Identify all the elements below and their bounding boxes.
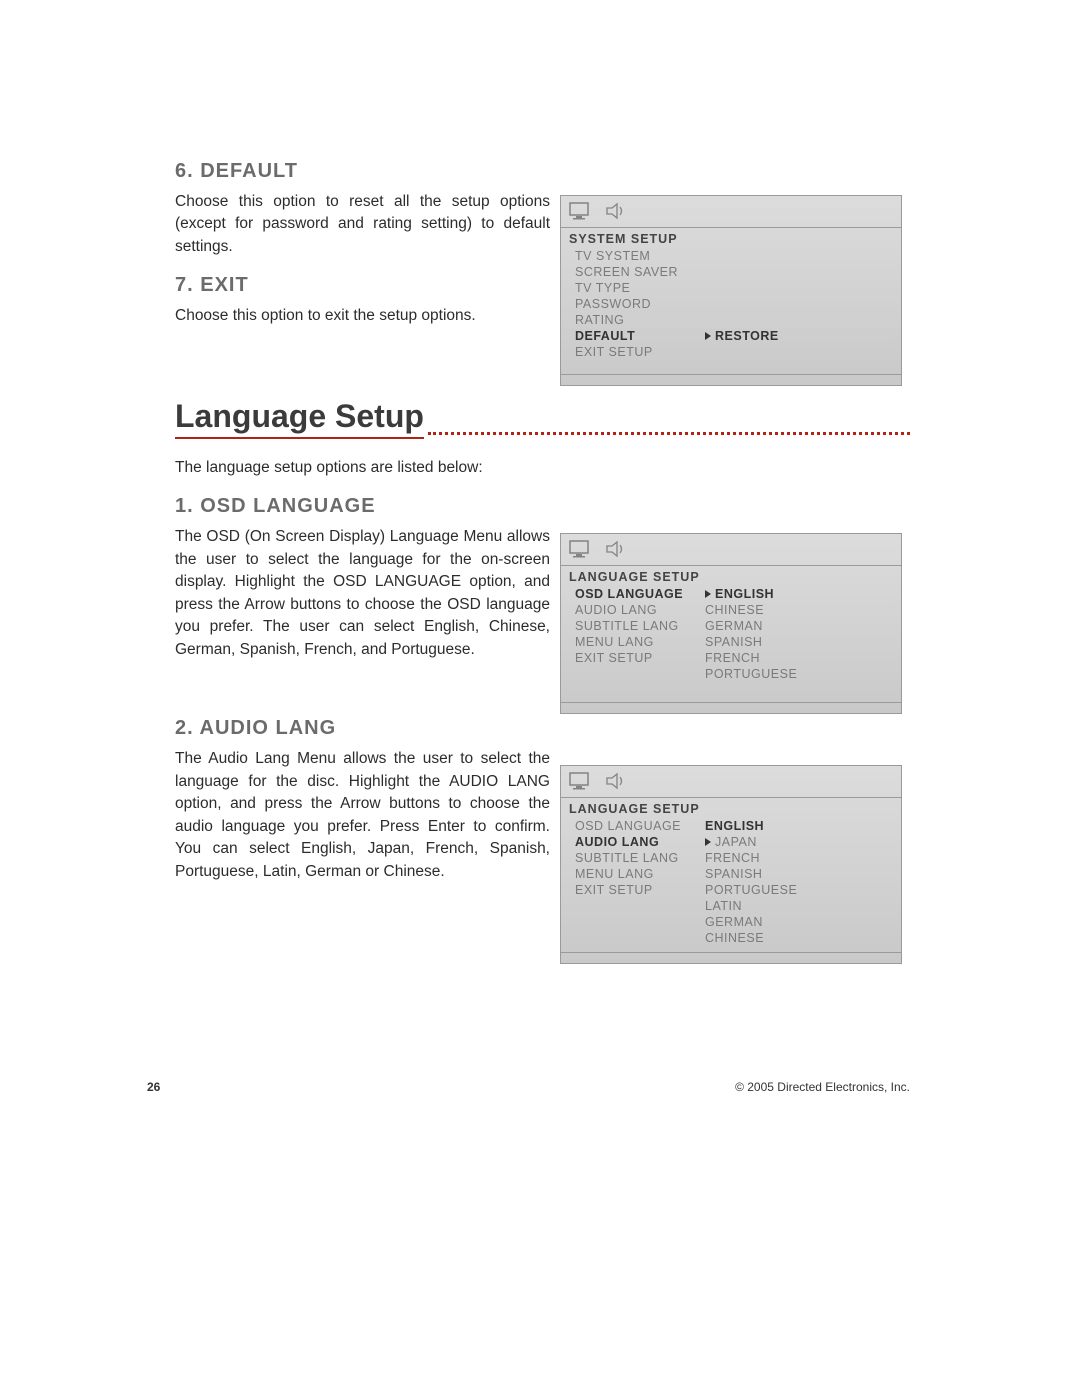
text-osd-language: The OSD (On Screen Display) Language Men…: [175, 526, 550, 661]
osd-row-label: MENU LANG: [575, 635, 705, 649]
heading-default: 6. DEFAULT: [175, 160, 910, 183]
osd-row-label: [575, 667, 705, 681]
speaker-icon: [605, 202, 627, 223]
osd-row-label: [575, 915, 705, 929]
osd-row: PORTUGUESE: [561, 666, 901, 682]
osd-row: EXIT SETUPPORTUGUESE: [561, 882, 901, 898]
osd-row-value: ENGLISH: [705, 819, 764, 833]
osd-row-label: [575, 899, 705, 913]
osd-title: SYSTEM SETUP: [561, 228, 901, 248]
osd-icon-row: [561, 766, 901, 797]
osd-row-label: TV TYPE: [575, 281, 705, 295]
osd-row-label: EXIT SETUP: [575, 883, 705, 897]
osd-row-label: EXIT SETUP: [575, 345, 705, 359]
osd-row-value: GERMAN: [705, 619, 763, 633]
osd-row-label: SCREEN SAVER: [575, 265, 705, 279]
osd-row: SUBTITLE LANGFRENCH: [561, 850, 901, 866]
osd-screenshot-system-setup: SYSTEM SETUP TV SYSTEM SCREEN SAVER TV TYP…: [560, 195, 902, 386]
osd-row-label: SUBTITLE LANG: [575, 619, 705, 633]
osd-row-value: ENGLISH: [705, 587, 774, 601]
osd-row: AUDIO LANGJAPAN: [561, 834, 901, 850]
osd-row: GERMAN: [561, 914, 901, 930]
osd-row-label: OSD LANGUAGE: [575, 587, 705, 601]
osd-row-value: FRENCH: [705, 851, 760, 865]
osd-row-label: AUDIO LANG: [575, 603, 705, 617]
osd-row-value: FRENCH: [705, 651, 760, 665]
osd-screenshot-audio-lang: LANGUAGE SETUP OSD LANGUAGEENGLISHAUDIO …: [560, 765, 902, 964]
heading-osd-language: 1. OSD LANGUAGE: [175, 495, 910, 518]
triangle-right-icon: [705, 838, 711, 846]
osd-row: SCREEN SAVER: [561, 264, 901, 280]
osd-row-label: OSD LANGUAGE: [575, 819, 705, 833]
monitor-icon: [569, 772, 591, 793]
osd-title: LANGUAGE SETUP: [561, 566, 901, 586]
osd-row: SUBTITLE LANGGERMAN: [561, 618, 901, 634]
osd-row-value: RESTORE: [705, 329, 779, 343]
osd-row-label: SUBTITLE LANG: [575, 851, 705, 865]
osd-row: EXIT SETUPFRENCH: [561, 650, 901, 666]
section-title-language-setup: Language Setup: [175, 398, 424, 439]
osd-row-value: PORTUGUESE: [705, 667, 797, 681]
osd-row: CHINESE: [561, 930, 901, 946]
osd-rows: TV SYSTEM SCREEN SAVER TV TYPE PASSWORD RATI…: [561, 248, 901, 360]
osd-row-label: MENU LANG: [575, 867, 705, 881]
osd-row-value: SPANISH: [705, 867, 762, 881]
osd-row: EXIT SETUP: [561, 344, 901, 360]
text-audio-lang: The Audio Lang Menu allows the user to s…: [175, 748, 550, 883]
osd-rows: OSD LANGUAGEENGLISHAUDIO LANGCHINESESUBT…: [561, 586, 901, 682]
osd-icon-row: [561, 534, 901, 565]
monitor-icon: [569, 540, 591, 561]
text-default: Choose this option to reset all the setu…: [175, 191, 550, 258]
copyright: © 2005 Directed Electronics, Inc.: [735, 1080, 910, 1094]
osd-title: LANGUAGE SETUP: [561, 798, 901, 818]
osd-row: AUDIO LANGCHINESE: [561, 602, 901, 618]
page-footer: 26 © 2005 Directed Electronics, Inc.: [147, 1080, 910, 1094]
osd-row-label: TV SYSTEM: [575, 249, 705, 263]
osd-row-label: [575, 931, 705, 945]
osd-row-value: CHINESE: [705, 603, 764, 617]
osd-icon-row: [561, 196, 901, 227]
osd-row: TV SYSTEM: [561, 248, 901, 264]
osd-row-value: GERMAN: [705, 915, 763, 929]
osd-row: OSD LANGUAGEENGLISH: [561, 818, 901, 834]
osd-row-value: SPANISH: [705, 635, 762, 649]
osd-row-label: DEFAULT: [575, 329, 705, 343]
osd-rows: OSD LANGUAGEENGLISHAUDIO LANGJAPANSUBTIT…: [561, 818, 901, 946]
osd-row: MENU LANGSPANISH: [561, 634, 901, 650]
osd-row-label: EXIT SETUP: [575, 651, 705, 665]
osd-row: LATIN: [561, 898, 901, 914]
page-number: 26: [147, 1080, 160, 1094]
osd-row: TV TYPE: [561, 280, 901, 296]
osd-row-label: AUDIO LANG: [575, 835, 705, 849]
osd-row-label: RATING: [575, 313, 705, 327]
triangle-right-icon: [705, 332, 711, 340]
triangle-right-icon: [705, 590, 711, 598]
heading-audio-lang: 2. AUDIO LANG: [175, 717, 910, 740]
osd-screenshot-osd-language: LANGUAGE SETUP OSD LANGUAGEENGLISHAUDIO …: [560, 533, 902, 714]
osd-row-value: LATIN: [705, 899, 742, 913]
osd-row-value: PORTUGUESE: [705, 883, 797, 897]
osd-row: MENU LANGSPANISH: [561, 866, 901, 882]
osd-row-label: PASSWORD: [575, 297, 705, 311]
text-lang-intro: The language setup options are listed be…: [175, 457, 910, 479]
osd-row: OSD LANGUAGEENGLISH: [561, 586, 901, 602]
speaker-icon: [605, 772, 627, 793]
monitor-icon: [569, 202, 591, 223]
speaker-icon: [605, 540, 627, 561]
dotted-rule: [428, 431, 910, 435]
osd-row: RATING: [561, 312, 901, 328]
osd-row-value: JAPAN: [705, 835, 757, 849]
osd-row: DEFAULTRESTORE: [561, 328, 901, 344]
osd-row: PASSWORD: [561, 296, 901, 312]
osd-row-value: CHINESE: [705, 931, 764, 945]
section-title-row: Language Setup: [175, 398, 910, 439]
